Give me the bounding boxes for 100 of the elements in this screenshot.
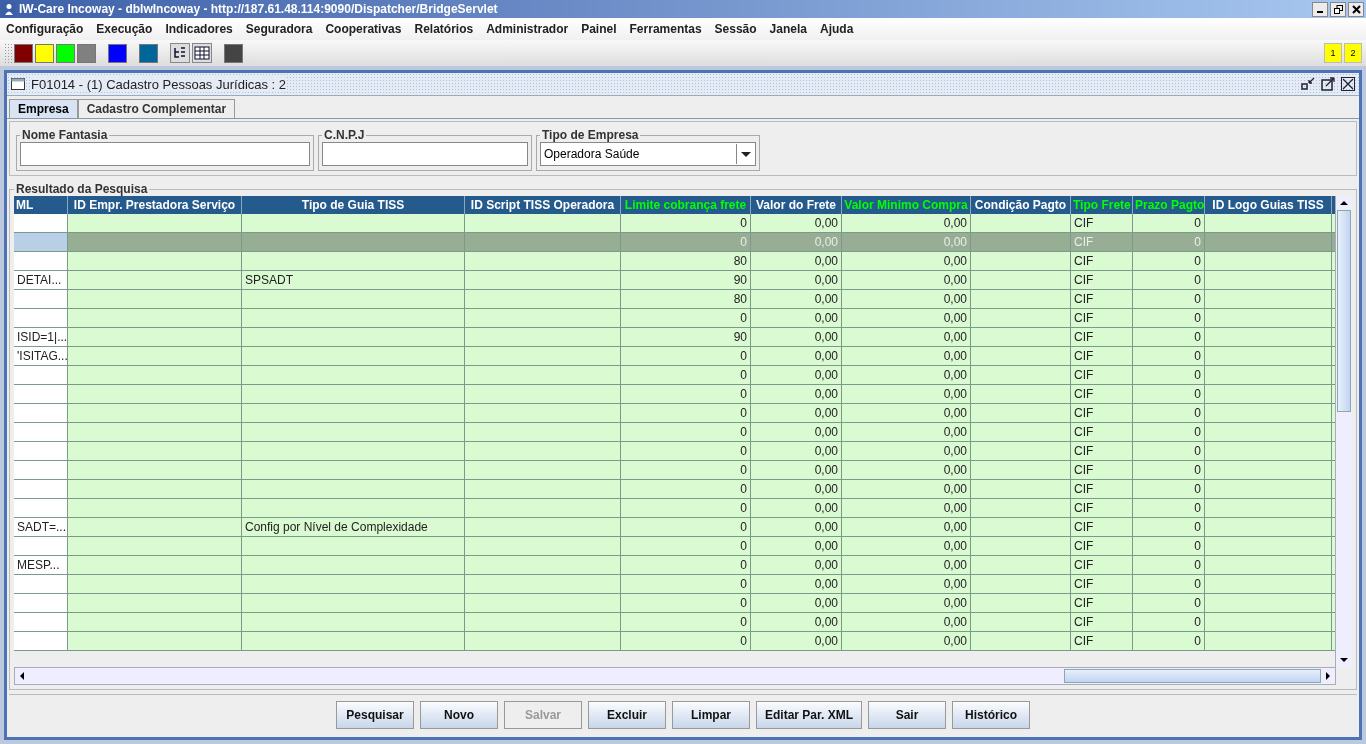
table-cell: CIF <box>1074 311 1094 325</box>
table-cell: 0,00 <box>814 311 838 325</box>
menu-item[interactable]: Configuração <box>6 22 84 36</box>
action-button[interactable]: Pesquisar <box>336 701 414 729</box>
tab[interactable]: Empresa <box>9 99 78 118</box>
menu-item[interactable]: Execução <box>96 22 153 36</box>
input-field[interactable] <box>20 142 310 166</box>
menu-item[interactable]: Administrador <box>486 22 569 36</box>
action-button[interactable]: Novo <box>420 701 498 729</box>
table-cell: 0,00 <box>814 501 838 515</box>
table-cell: 0,00 <box>814 558 838 572</box>
maximize-icon[interactable] <box>1321 77 1335 91</box>
table-row[interactable]: DETAI... SPSADT 90 0,00 0,00 CIF 0 <box>14 271 1335 290</box>
table-cell: 0 <box>1194 387 1201 401</box>
table-row[interactable]: 0 0,00 0,00 CIF 0 <box>14 480 1335 499</box>
menu-item[interactable]: Ferramentas <box>629 22 702 36</box>
color-swatch-button[interactable] <box>139 43 158 63</box>
table-row[interactable]: 80 0,00 0,00 CIF 0 <box>14 290 1335 309</box>
table-cell: 90 <box>733 273 747 287</box>
table-cell: CIF <box>1074 634 1094 648</box>
close-button[interactable] <box>1348 1 1364 17</box>
table-cell: 0,00 <box>814 216 838 230</box>
iconify-icon[interactable] <box>1301 77 1315 91</box>
color-swatch-button[interactable] <box>108 43 127 63</box>
table-row[interactable]: 0 0,00 0,00 CIF 0 <box>14 594 1335 613</box>
table-cell: 0,00 <box>943 634 967 648</box>
horizontal-scrollbar[interactable] <box>14 667 1336 685</box>
table-row[interactable]: 0 0,00 0,00 CIF 0 <box>14 461 1335 480</box>
desktop-button[interactable]: 2 <box>1344 43 1362 63</box>
table-cell: 0,00 <box>814 273 838 287</box>
table-cell: CIF <box>1074 558 1094 572</box>
menu-item[interactable]: Janela <box>769 22 807 36</box>
table-row[interactable]: 80 0,00 0,00 CIF 0 <box>14 252 1335 271</box>
action-button[interactable]: Excluir <box>588 701 666 729</box>
table-row[interactable]: 0 0,00 0,00 CIF 0 <box>14 442 1335 461</box>
table-cell: 0,00 <box>943 349 967 363</box>
table-cell: 0,00 <box>814 330 838 344</box>
table-cell: 0 <box>1194 634 1201 648</box>
table-cell: 0 <box>1194 596 1201 610</box>
restore-button[interactable] <box>1330 1 1346 17</box>
table-row[interactable]: 0 0,00 0,00 CIF 0 <box>14 366 1335 385</box>
table-row[interactable]: 'ISITAG... 0 0,00 0,00 CIF 0 <box>14 347 1335 366</box>
table-cell: 0 <box>740 634 747 648</box>
table-row[interactable]: 0 0,00 0,00 CIF 0 <box>14 575 1335 594</box>
menu-item[interactable]: Relatórios <box>414 22 474 36</box>
table-cell: CIF <box>1074 520 1094 534</box>
table-row[interactable]: 0 0,00 0,00 CIF 0 <box>14 309 1335 328</box>
table-cell: 0 <box>1194 406 1201 420</box>
table-row[interactable]: 0 0,00 0,00 CIF 0 <box>14 423 1335 442</box>
desktop-button[interactable]: 1 <box>1324 43 1342 63</box>
vertical-scrollbar[interactable] <box>1335 196 1352 667</box>
dropdown[interactable]: Operadora Saúde <box>540 142 756 166</box>
color-swatch-button[interactable] <box>14 43 33 63</box>
tree-icon[interactable] <box>170 43 190 63</box>
table-cell: 0,00 <box>814 368 838 382</box>
input-field[interactable] <box>322 142 528 166</box>
minimize-button[interactable] <box>1312 1 1328 17</box>
table-cell: CIF <box>1074 235 1094 249</box>
dark-square-button[interactable] <box>224 43 243 63</box>
menu-item[interactable]: Painel <box>581 22 617 36</box>
menu-item[interactable]: Cooperativas <box>325 22 402 36</box>
table-cell: 0,00 <box>943 558 967 572</box>
table-row[interactable]: SADT=... Config por Nível de Complexidade 0 0,00 0,00 CIF 0 <box>14 518 1335 537</box>
table-row[interactable]: 0 0,00 0,00 CIF 0 <box>14 632 1335 651</box>
table-cell: CIF <box>1074 349 1094 363</box>
action-button[interactable]: Sair <box>868 701 946 729</box>
table-row[interactable]: 0 0,00 0,00 CIF 0 <box>14 537 1335 556</box>
table-row[interactable]: 0 0,00 0,00 CIF 0 <box>14 214 1335 233</box>
menu-item[interactable]: Seguradora <box>245 22 313 36</box>
table-row[interactable]: 0 0,00 0,00 CIF 0 <box>14 613 1335 632</box>
table-cell: 0,00 <box>943 425 967 439</box>
color-swatch-button[interactable] <box>35 43 54 63</box>
tab[interactable]: Cadastro Complementar <box>77 99 236 118</box>
table-cell: CIF <box>1074 254 1094 268</box>
calendar-icon[interactable] <box>192 43 212 63</box>
table-cell: 0,00 <box>814 444 838 458</box>
menu-item[interactable]: Indicadores <box>165 22 233 36</box>
color-swatch-button[interactable] <box>77 43 96 63</box>
restore-icon <box>1333 4 1343 14</box>
table-cell: 0 <box>1194 615 1201 629</box>
action-button[interactable]: Editar Par. XML <box>756 701 862 729</box>
action-button[interactable]: Limpar <box>672 701 750 729</box>
table-cell: 0,00 <box>943 292 967 306</box>
table-cell: 80 <box>733 292 747 306</box>
menu-item[interactable]: Sessão <box>714 22 757 36</box>
frame-title: F01014 - (1) Cadastro Pessoas Jurídicas : 2 <box>31 76 287 92</box>
table-cell: 0,00 <box>943 444 967 458</box>
table-cell: 0,00 <box>814 520 838 534</box>
window-title: IW-Care Incoway - dbIwIncoway - http://187.61.48.114:9090/Dispatcher/BridgeServlet <box>19 2 498 16</box>
table-cell: CIF <box>1074 406 1094 420</box>
color-swatch-button[interactable] <box>56 43 75 63</box>
action-button[interactable]: Histórico <box>952 701 1030 729</box>
table-row[interactable]: 0 0,00 0,00 CIF 0 <box>14 499 1335 518</box>
table-cell: 0 <box>740 387 747 401</box>
menu-item[interactable]: Ajuda <box>819 22 854 36</box>
table-row[interactable]: ISID=1|... 90 0,00 0,00 CIF 0 <box>14 328 1335 347</box>
table-row[interactable]: 0 0,00 0,00 CIF 0 <box>14 404 1335 423</box>
close-icon[interactable] <box>1341 77 1355 91</box>
table-row[interactable]: 0 0,00 0,00 CIF 0 <box>14 385 1335 404</box>
table-row[interactable]: MESP... 0 0,00 0,00 CIF 0 <box>14 556 1335 575</box>
